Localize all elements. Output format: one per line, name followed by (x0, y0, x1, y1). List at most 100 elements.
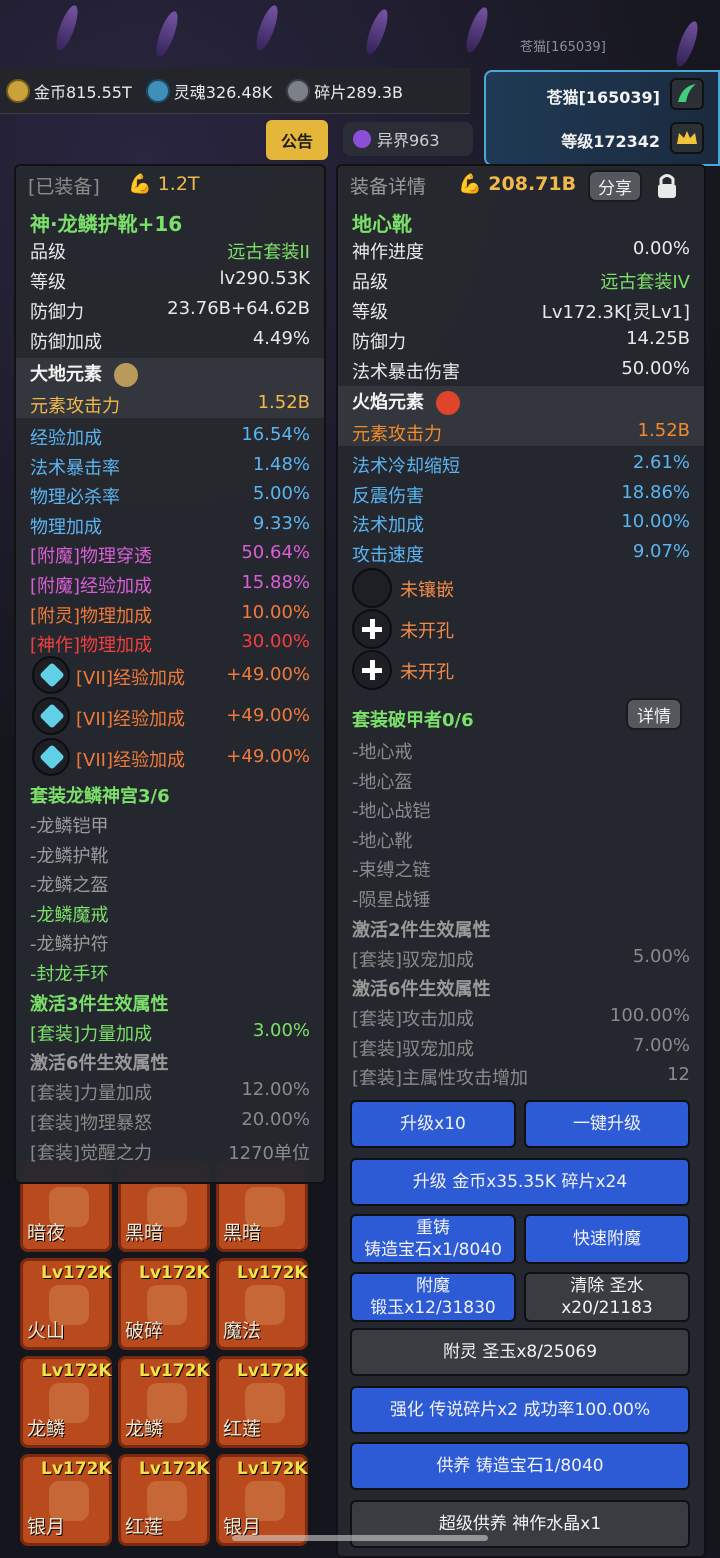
upgrade-x10-button[interactable]: 升级x10 (350, 1100, 516, 1148)
detail-set-item-label: -地心战铠 (352, 801, 431, 823)
equipped-power-value: 1.2T (157, 173, 200, 195)
socket-label: 未开孔 (400, 621, 454, 642)
stat-row-value: 远古套装II (227, 242, 310, 263)
item-level: Lv172K (41, 1361, 112, 1381)
item-name: 红莲 (125, 1516, 164, 1538)
detail-set-item-label: -陨星战锤 (352, 890, 431, 911)
set-item-label: -封龙手环 (30, 964, 109, 985)
attr-row: [神作]物理加成 30.00% (16, 629, 324, 657)
element-name-label: 大地元素 (30, 364, 102, 385)
equipped-power: 💪 1.2T (128, 172, 200, 195)
item-name: 龙鳞 (27, 1418, 66, 1440)
detail-stat-row: 法术暴击伤害 50.00% (338, 356, 704, 384)
set6-row: [套装]力量加成 12.00% (16, 1077, 324, 1105)
item-name: 魔法 (223, 1320, 262, 1342)
detail-attr-row-key: 法术加成 (352, 515, 424, 537)
recast-button[interactable]: 重铸 铸造宝石x1/8040 (350, 1214, 516, 1264)
offer-button[interactable]: 供养 铸造宝石1/8040 (350, 1442, 690, 1490)
inventory-item-tile[interactable]: Lv172K 红莲 (118, 1454, 210, 1546)
enchant-label: 附魔 (416, 1276, 450, 1296)
detail-power-value: 208.71B (488, 173, 577, 195)
detail-stat-row: 神作进度 0.00% (338, 236, 704, 264)
realm-icon (353, 130, 371, 148)
inventory-item-tile[interactable]: Lv172K 银月 (20, 1454, 112, 1546)
stat-row-key: 防御力 (30, 302, 84, 323)
lock-icon[interactable] (650, 170, 684, 202)
attr-row: 物理加成 9.33% (16, 511, 324, 539)
stat-row: 防御加成 4.49% (16, 326, 324, 354)
spirit-button[interactable]: 附灵 圣玉x8/25069 (350, 1328, 690, 1376)
notice-button[interactable]: 公告 (266, 120, 328, 160)
attr-row-value: 9.33% (252, 512, 310, 534)
item-level: Lv172K (41, 1263, 112, 1283)
detail-set6-row-value: 7.00% (632, 1034, 690, 1056)
strength-arm-icon: 💪 (458, 173, 482, 195)
detail-item-name: 地心靴 (338, 206, 704, 236)
detail-set6-row-value: 100.00% (609, 1005, 690, 1026)
player-card[interactable]: 苍猫[165039] 等级172342 (484, 70, 720, 166)
wing-icon[interactable] (670, 78, 704, 110)
element-attack-row: 元素攻击力 1.52B (16, 390, 324, 418)
inventory-item-tile[interactable]: Lv172K 破碎 (118, 1258, 210, 1350)
detail-stat-row-value: 50.00% (621, 358, 690, 379)
recast-cost: 铸造宝石x1/8040 (364, 1240, 502, 1260)
gem-row: [VII]经验加成 +49.00% (16, 744, 324, 772)
enchant-button[interactable]: 附魔 锻玉x12/31830 (350, 1272, 516, 1322)
set3-row-value: 3.00% (252, 1020, 310, 1041)
detail-stat-row: 等级 Lv172.3K[灵Lv1] (338, 296, 704, 324)
inventory-item-tile[interactable]: Lv172K 龙鳞 (118, 1356, 210, 1448)
detail-stat-row-key: 防御力 (352, 332, 406, 353)
detail-element-attack-value: 1.52B (637, 420, 690, 441)
resource-gold: 金币815.55T (6, 78, 132, 103)
detail-stat-row-value: 远古套装IV (600, 272, 690, 293)
set6-row-value: 12.00% (241, 1079, 310, 1100)
socket-row: 未镶嵌 (338, 574, 704, 602)
quick-enchant-button[interactable]: 快速附魔 (524, 1214, 690, 1264)
item-name: 龙鳞 (125, 1418, 164, 1440)
detail-set6-row: [套装]驭宠加成 7.00% (338, 1033, 704, 1061)
detail-set6-row-key: [套装]驭宠加成 (352, 1038, 475, 1060)
item-name: 黑暗 (125, 1222, 164, 1244)
detail-set-item-label: -地心靴 (352, 830, 413, 852)
clear-button[interactable]: 清除 圣水x20/21183 (524, 1272, 690, 1322)
detail-set6-title-label: 激活6件生效属性 (352, 979, 491, 1000)
inventory-item-tile[interactable]: Lv172K 魔法 (216, 1258, 308, 1350)
resource-shard: 碎片289.3B (286, 78, 404, 103)
attr-row-value: 10.00% (241, 601, 310, 623)
crown-icon[interactable] (670, 122, 704, 154)
item-name: 暗夜 (27, 1222, 66, 1244)
set6-row: [套装]觉醒之力 1270单位 (16, 1137, 324, 1165)
player-name: 苍猫[165039] (546, 88, 660, 107)
detail-set6-row: [套装]主属性攻击增加 12 (338, 1062, 704, 1090)
share-button[interactable]: 分享 (588, 170, 642, 202)
set-item: -龙鳞魔戒 (16, 899, 324, 927)
stat-row: 等级 lv290.53K (16, 266, 324, 294)
stat-row-value: 23.76B+64.62B (167, 298, 310, 319)
attr-row-value: 50.64% (241, 542, 310, 564)
detail-stat-row: 品级 远古套装IV (338, 266, 704, 294)
inventory-item-tile[interactable]: Lv172K 银月 (216, 1454, 308, 1546)
set2-title-label: 激活2件生效属性 (352, 920, 491, 941)
home-indicator[interactable] (232, 1535, 488, 1541)
attr-row-value: 1.48% (252, 453, 310, 475)
set6-row-value: 1270单位 (228, 1143, 310, 1164)
detail-element-name: 火焰元素 (352, 388, 461, 415)
socket-label: 未开孔 (400, 662, 454, 683)
realm-button[interactable]: 异界963 (343, 122, 473, 156)
set-item-label: -龙鳞之盔 (30, 875, 109, 897)
gem-row-value: +49.00% (226, 664, 310, 685)
upgrade-all-button[interactable]: 一键升级 (524, 1100, 690, 1148)
inventory-item-tile[interactable]: Lv172K 火山 (20, 1258, 112, 1350)
shard-icon (286, 78, 311, 103)
set-detail-button[interactable]: 详情 (626, 698, 682, 730)
strengthen-button[interactable]: 强化 传说碎片x2 成功率100.00% (350, 1386, 690, 1434)
detail-stat-row-key: 品级 (352, 272, 388, 293)
realm-label: 异界963 (377, 131, 440, 150)
set-item-label: -龙鳞铠甲 (30, 816, 109, 837)
resource-shard-label: 碎片289.3B (314, 82, 404, 102)
upgrade-cost-button[interactable]: 升级 金币x35.35K 碎片x24 (350, 1158, 690, 1206)
detail-set-item: -陨星战锤 (338, 884, 704, 912)
inventory-item-tile[interactable]: Lv172K 红莲 (216, 1356, 308, 1448)
inventory-item-tile[interactable]: Lv172K 龙鳞 (20, 1356, 112, 1448)
detail-attr-row-key: 攻击速度 (352, 544, 424, 566)
